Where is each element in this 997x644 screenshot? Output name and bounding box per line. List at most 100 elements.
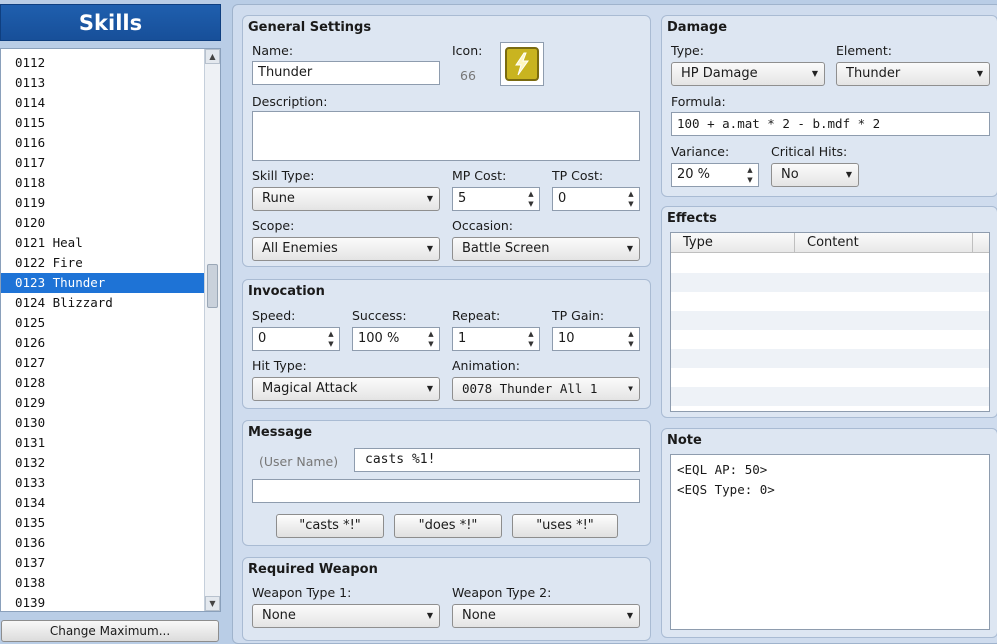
skill-list-item[interactable]: 0137 — [1, 553, 205, 573]
occasion-select[interactable]: Battle Screen ▼ — [452, 237, 640, 261]
skill-list-item[interactable]: 0130 — [1, 413, 205, 433]
chevron-down-icon: ▼ — [811, 69, 818, 78]
tp-gain-stepper[interactable]: 10 ▲ ▼ — [552, 327, 640, 351]
skill-list-item[interactable]: 0131 — [1, 433, 205, 453]
skill-list-item[interactable]: 0136 — [1, 533, 205, 553]
effects-table-header: Type Content — [671, 233, 989, 253]
skill-list-item[interactable]: 0119 — [1, 193, 205, 213]
description-label: Description: — [252, 94, 328, 109]
casts-button[interactable]: "casts *!" — [276, 514, 384, 538]
effects-row[interactable] — [671, 311, 989, 330]
skill-list-item[interactable]: 0129 — [1, 393, 205, 413]
skill-list-item[interactable]: 0120 — [1, 213, 205, 233]
effects-col-type[interactable]: Type — [671, 233, 795, 253]
skill-list-item[interactable]: 0114 — [1, 93, 205, 113]
skill-list-item[interactable]: 0115 — [1, 113, 205, 133]
variance-label: Variance: — [671, 144, 730, 159]
icon-picker[interactable] — [500, 42, 544, 86]
skill-list-item[interactable]: 0133 — [1, 473, 205, 493]
note-textarea[interactable]: <EQL AP: 50> <EQS Type: 0> — [670, 454, 990, 630]
repeat-stepper[interactable]: 1 ▲ ▼ — [452, 327, 540, 351]
skill-list-item[interactable]: 0127 — [1, 353, 205, 373]
speed-value: 0 — [258, 331, 267, 346]
skills-scrollbar[interactable]: ▲ ▼ — [204, 49, 220, 611]
skill-list-item[interactable]: 0126 — [1, 333, 205, 353]
spin-arrows-icon[interactable]: ▲ ▼ — [526, 329, 536, 349]
critical-hits-select[interactable]: No ▼ — [771, 163, 859, 187]
skill-list-item[interactable]: 0134 — [1, 493, 205, 513]
formula-input[interactable]: 100 + a.mat * 2 - b.mdf * 2 — [671, 112, 990, 136]
description-input[interactable] — [252, 111, 640, 161]
general-settings-title: General Settings — [248, 20, 372, 35]
name-input[interactable]: Thunder — [252, 61, 440, 85]
skills-header: Skills — [0, 4, 221, 41]
variance-stepper[interactable]: 20 % ▲ ▼ — [671, 163, 759, 187]
skill-list-item[interactable]: 0135 — [1, 513, 205, 533]
skill-list-item[interactable]: 0128 — [1, 373, 205, 393]
effects-row[interactable] — [671, 292, 989, 311]
does-button[interactable]: "does *!" — [394, 514, 502, 538]
skill-list-item[interactable]: 0124 Blizzard — [1, 293, 205, 313]
spin-arrows-icon[interactable]: ▲ ▼ — [526, 189, 536, 209]
effects-row[interactable] — [671, 254, 989, 273]
change-maximum-button[interactable]: Change Maximum... — [1, 620, 219, 642]
scroll-up-arrow-icon[interactable]: ▲ — [205, 49, 220, 64]
skill-list-item[interactable]: 0113 — [1, 73, 205, 93]
message-line1-input[interactable]: casts %1! — [354, 448, 640, 472]
skill-list-item[interactable]: 0125 — [1, 313, 205, 333]
skill-list-item[interactable]: 0121 Heal — [1, 233, 205, 253]
tp-cost-stepper[interactable]: 0 ▲ ▼ — [552, 187, 640, 211]
speed-stepper[interactable]: 0 ▲ ▼ — [252, 327, 340, 351]
effects-row[interactable] — [671, 349, 989, 368]
effects-row[interactable] — [671, 387, 989, 406]
message-title: Message — [248, 425, 313, 440]
scope-label: Scope: — [252, 218, 295, 233]
scroll-thumb[interactable] — [207, 264, 218, 308]
weapon-type2-select[interactable]: None ▼ — [452, 604, 640, 628]
skill-list-item[interactable]: 0118 — [1, 173, 205, 193]
skill-list-item[interactable]: 0122 Fire — [1, 253, 205, 273]
skill-list-item[interactable]: 0116 — [1, 133, 205, 153]
scope-value: All Enemies — [262, 241, 338, 256]
mp-cost-label: MP Cost: — [452, 168, 507, 183]
animation-label: Animation: — [452, 358, 520, 373]
hit-type-select[interactable]: Magical Attack ▼ — [252, 377, 440, 401]
spin-arrows-icon[interactable]: ▲ ▼ — [326, 329, 336, 349]
spin-arrows-icon[interactable]: ▲ ▼ — [745, 165, 755, 185]
scope-select[interactable]: All Enemies ▼ — [252, 237, 440, 261]
skill-list-item[interactable]: 0123 Thunder — [1, 273, 205, 293]
uses-button[interactable]: "uses *!" — [512, 514, 618, 538]
spin-arrows-icon[interactable]: ▲ ▼ — [426, 329, 436, 349]
repeat-value: 1 — [458, 331, 467, 346]
skill-list-item[interactable]: 0139 — [1, 593, 205, 611]
lightning-icon — [505, 47, 539, 81]
skill-type-select[interactable]: Rune ▼ — [252, 187, 440, 211]
skill-list-item[interactable]: 0138 — [1, 573, 205, 593]
effects-row[interactable] — [671, 368, 989, 387]
chevron-down-icon: ▼ — [628, 384, 633, 393]
mp-cost-stepper[interactable]: 5 ▲ ▼ — [452, 187, 540, 211]
chevron-down-icon: ▼ — [426, 244, 433, 253]
effects-row[interactable] — [671, 273, 989, 292]
effects-col-content[interactable]: Content — [795, 233, 973, 253]
damage-type-select[interactable]: HP Damage ▼ — [671, 62, 825, 86]
hit-type-value: Magical Attack — [262, 381, 358, 396]
effects-row[interactable] — [671, 330, 989, 349]
message-line2-input[interactable] — [252, 479, 640, 503]
weapon-type1-select[interactable]: None ▼ — [252, 604, 440, 628]
success-stepper[interactable]: 100 % ▲ ▼ — [352, 327, 440, 351]
animation-select[interactable]: 0078 Thunder All 1 ▼ — [452, 377, 640, 401]
scroll-down-arrow-icon[interactable]: ▼ — [205, 596, 220, 611]
spin-arrows-icon[interactable]: ▲ ▼ — [626, 189, 636, 209]
success-value: 100 % — [358, 331, 400, 346]
effects-table[interactable]: Type Content — [670, 232, 990, 412]
skill-list-item[interactable]: 0117 — [1, 153, 205, 173]
skill-list-item[interactable]: 0112 — [1, 53, 205, 73]
skill-list-item[interactable]: 0132 — [1, 453, 205, 473]
chevron-down-icon: ▼ — [976, 69, 983, 78]
invocation-panel: Invocation Speed: 0 ▲ ▼ Success: 100 % ▲ ▼… — [242, 279, 651, 409]
repeat-label: Repeat: — [452, 308, 501, 323]
spin-arrows-icon[interactable]: ▲ ▼ — [626, 329, 636, 349]
skills-list[interactable]: 0112 0113 0114 0115 0116 0117 0118 0119 0120 0121… — [0, 48, 221, 612]
element-select[interactable]: Thunder ▼ — [836, 62, 990, 86]
